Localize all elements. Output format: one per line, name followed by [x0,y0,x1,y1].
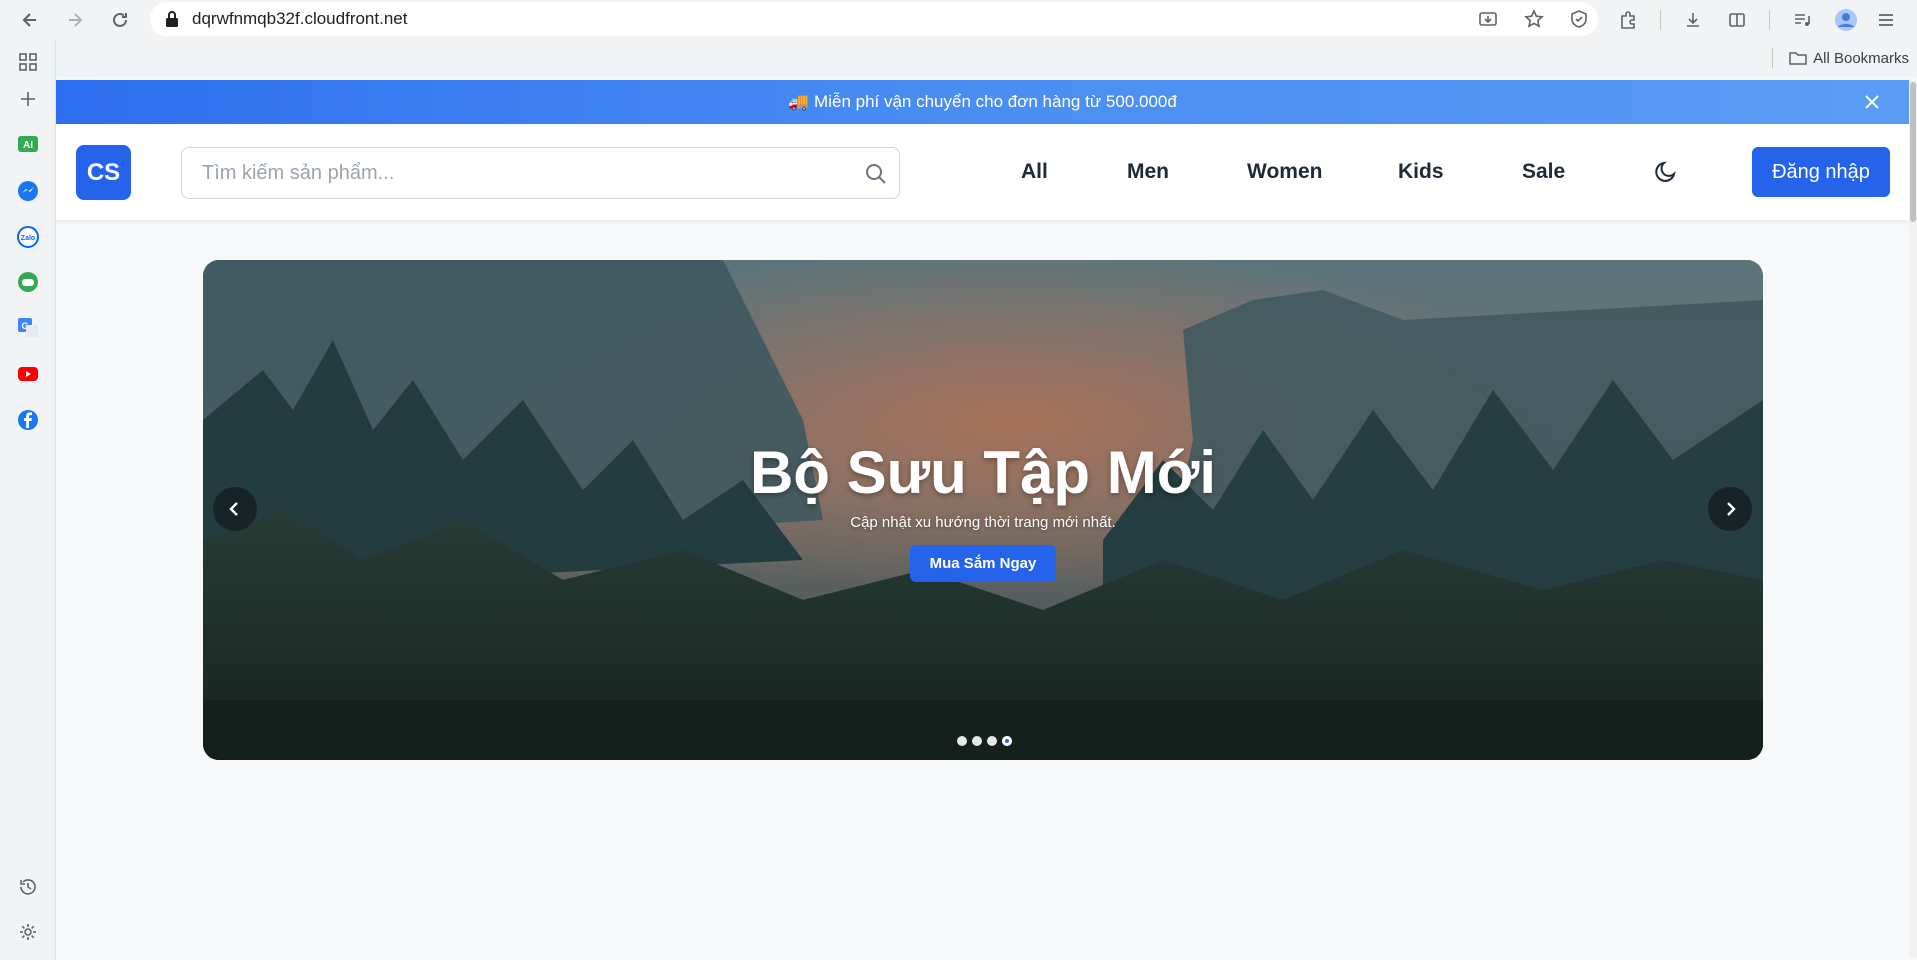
nav-women[interactable]: Women [1247,160,1322,184]
browser-toolbar: dqrwfnmqb32f.cloudfront.net [0,0,1917,40]
carousel-indicators [957,736,1012,746]
hero-title: Bộ Sưu Tập Mới [749,439,1217,506]
lock-icon [166,11,178,27]
site-header: CS All Men Women Kids Sale Đăng nhập [56,124,1909,220]
downloads-button[interactable] [1675,2,1711,38]
hero-carousel: Bộ Sưu Tập Mới Cập nhật xu hướng thời tr… [203,260,1763,760]
profile-button[interactable] [1828,2,1864,38]
forward-button[interactable] [57,2,93,38]
menu-button[interactable] [1868,2,1904,38]
url-text: dqrwfnmqb32f.cloudfront.net [192,9,408,28]
hamburger-menu-icon [1879,14,1893,26]
promo-text: 🚚 Miễn phí vận chuyển cho đơn hàng từ 50… [788,92,1177,111]
hero-subtitle: Cập nhật xu hướng thời trang mới nhất. [850,514,1116,531]
facebook-icon[interactable] [12,404,44,436]
reload-icon [113,12,127,27]
download-icon [1687,13,1699,27]
carousel-dot-3[interactable] [987,736,997,746]
search-icon[interactable] [864,162,888,186]
close-icon [1865,95,1879,109]
shield-extension-button[interactable] [1561,1,1597,37]
dark-mode-toggle-icon[interactable] [1653,159,1679,185]
page-scrollbar-thumb[interactable] [1910,82,1916,222]
site-logo[interactable]: CS [76,145,131,200]
new-tab-icon[interactable] [12,83,44,115]
web-page: 🚚 Miễn phí vận chuyển cho đơn hàng từ 50… [56,80,1909,958]
shop-now-button[interactable]: Mua Sắm Ngay [910,545,1056,582]
side-panel-icon [1729,13,1745,27]
folder-icon [1789,52,1807,65]
history-icon[interactable] [12,871,44,903]
install-app-button[interactable] [1470,1,1506,37]
nav-men[interactable]: Men [1127,160,1169,184]
bookmark-star-button[interactable] [1516,1,1552,37]
svg-text:AI: AI [23,140,33,151]
back-arrow-icon [22,13,36,27]
puzzle-icon [1621,11,1635,29]
nav-sale[interactable]: Sale [1522,160,1565,184]
playlist-icon [1795,14,1810,26]
browser-sidebar: AI Zalo G [0,40,56,960]
nav-kids[interactable]: Kids [1398,160,1444,184]
carousel-dot-4[interactable] [1002,736,1012,746]
carousel-dot-2[interactable] [972,736,982,746]
all-bookmarks-label: All Bookmarks [1813,49,1909,67]
hero-background-image [203,260,1763,760]
translate-icon[interactable]: G [12,312,44,344]
search-input[interactable] [181,147,900,199]
shield-icon [1571,10,1587,28]
address-bar[interactable]: dqrwfnmqb32f.cloudfront.net [150,2,1598,36]
star-icon [1524,9,1544,28]
side-panel-button[interactable] [1719,2,1755,38]
all-bookmarks-button[interactable]: All Bookmarks [1772,48,1909,68]
bookmarks-bar: All Bookmarks [56,40,1917,77]
settings-icon[interactable] [12,916,44,948]
chevron-right-icon [1727,502,1736,516]
carousel-next-button[interactable] [1708,487,1752,531]
carousel-dot-1[interactable] [957,736,967,746]
login-button[interactable]: Đăng nhập [1752,147,1890,197]
back-button[interactable] [12,2,48,38]
ai-icon[interactable]: AI [12,129,44,161]
youtube-icon[interactable] [12,358,44,390]
bookmarks-separator [1772,48,1774,68]
zalo-icon[interactable]: Zalo [12,221,44,253]
carousel-prev-button[interactable] [213,487,257,531]
apps-icon[interactable] [12,46,44,78]
reload-button[interactable] [102,2,138,38]
chevron-left-icon [229,502,238,516]
install-icon [1479,12,1497,26]
extensions-button[interactable] [1610,2,1646,38]
svg-text:Zalo: Zalo [21,235,35,242]
promo-close-button[interactable] [1861,91,1883,113]
messenger-icon[interactable] [12,175,44,207]
games-icon[interactable] [12,266,44,298]
avatar-icon [1835,9,1857,31]
promo-banner: 🚚 Miễn phí vận chuyển cho đơn hàng từ 50… [56,80,1909,124]
media-controls-button[interactable] [1784,2,1820,38]
nav-all[interactable]: All [1021,160,1048,184]
forward-arrow-icon [69,13,83,27]
